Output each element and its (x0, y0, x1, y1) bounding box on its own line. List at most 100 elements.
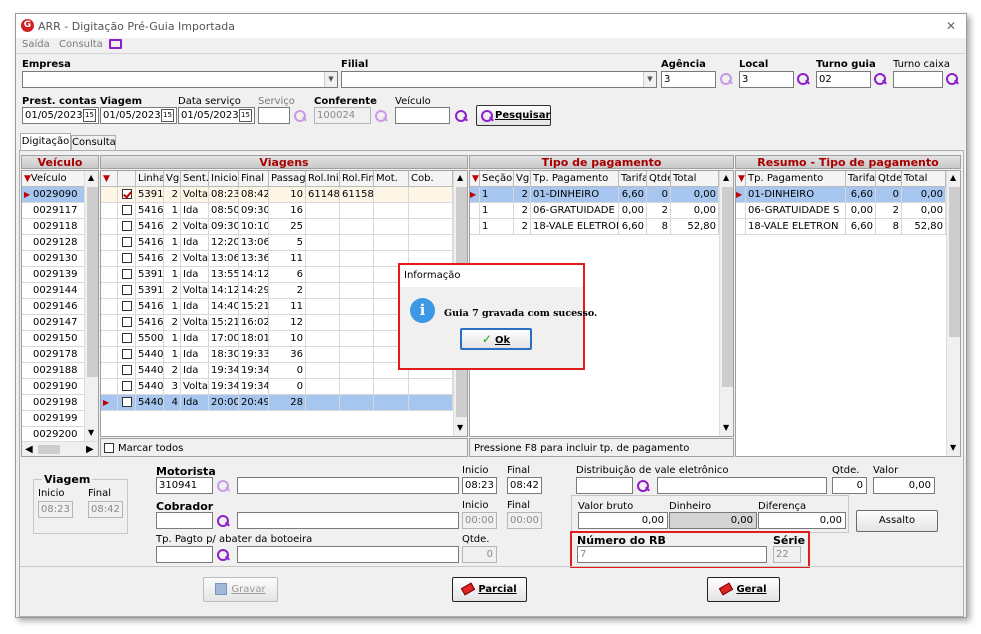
checkbox-cell[interactable] (118, 379, 136, 395)
table-row[interactable]: 0029146 (22, 299, 85, 315)
table-row[interactable]: ▶ 1 2 01-DINHEIRO 6,60 0 0,00 (470, 187, 719, 203)
distribuicao-input[interactable] (576, 477, 633, 494)
tab-digitacao[interactable]: Digitação (20, 133, 71, 150)
search-icon[interactable] (719, 72, 733, 86)
checkbox-cell[interactable] (118, 299, 136, 315)
calendar-icon[interactable]: 15 (161, 109, 174, 122)
checkbox-cell[interactable] (118, 219, 136, 235)
checkbox-icon[interactable] (121, 381, 132, 391)
table-row[interactable]: ▶ 5440 4 Ida 20:00 20:49 28 (101, 395, 453, 411)
table-row[interactable]: 0029199 (22, 411, 85, 427)
search-icon[interactable] (216, 548, 230, 562)
checkbox-cell[interactable] (118, 315, 136, 331)
mot-final-input[interactable]: 08:42 (507, 477, 542, 494)
diferenca-input[interactable]: 0,00 (758, 512, 846, 529)
viagem-inicio-input[interactable]: 08:23 (38, 501, 73, 518)
checkbox-icon[interactable] (121, 301, 132, 311)
table-row[interactable]: 06-GRATUIDADE S 0,00 2 0,00 (736, 203, 946, 219)
chevron-down-icon[interactable]: ▼ (324, 72, 337, 87)
search-icon[interactable] (374, 109, 388, 123)
column-header[interactable]: Mot. (374, 171, 409, 187)
checkbox-cell[interactable] (118, 267, 136, 283)
checkbox-cell[interactable] (118, 203, 136, 219)
table-row[interactable]: 0029117 (22, 203, 85, 219)
cob-final-input[interactable]: 00:00 (507, 512, 542, 529)
table-row[interactable]: 0029128 (22, 235, 85, 251)
veiculo-header[interactable]: ▼Veículo (22, 171, 85, 187)
veiculo-hscrollbar[interactable]: ◀ ▶ (22, 441, 98, 456)
table-row[interactable]: ▶ 01-DINHEIRO 6,60 0 0,00 (736, 187, 946, 203)
parcial-button[interactable]: Parcial (452, 577, 527, 602)
column-header[interactable]: Qtde. (647, 171, 671, 187)
table-row[interactable]: 0029118 (22, 219, 85, 235)
checkbox-icon[interactable] (121, 221, 132, 231)
gravar-button[interactable]: Gravar (203, 577, 278, 602)
search-icon[interactable] (454, 109, 468, 123)
dist-valor-input[interactable]: 0,00 (873, 477, 935, 494)
column-header[interactable]: Tp. Pagamento (531, 171, 619, 187)
veiculo-scrollbar[interactable]: ▲ ▼ (84, 171, 98, 441)
column-header[interactable]: Rol.Ini (306, 171, 340, 187)
column-header[interactable]: Cob. (409, 171, 453, 187)
checkbox-cell[interactable] (118, 395, 136, 411)
column-header[interactable]: Sent. (181, 171, 209, 187)
table-row[interactable]: 0029130 (22, 251, 85, 267)
checkbox-icon[interactable] (121, 269, 132, 279)
table-row[interactable]: 0029144 (22, 283, 85, 299)
close-icon[interactable]: ✕ (946, 19, 956, 33)
checkbox-icon[interactable] (121, 285, 132, 295)
table-row[interactable]: 5416 1 Ida 08:50 09:30 16 (101, 203, 453, 219)
tab-consulta[interactable]: Consulta (71, 135, 116, 150)
ok-button[interactable]: ✓ Ok (460, 328, 532, 350)
checkbox-icon[interactable] (121, 333, 132, 343)
checkbox-cell[interactable] (118, 187, 136, 203)
checkbox-cell[interactable] (118, 283, 136, 299)
calendar-icon[interactable]: 15 (83, 109, 96, 122)
serie-input[interactable]: 22 (773, 546, 801, 563)
column-header[interactable]: Final (239, 171, 269, 187)
search-icon[interactable] (216, 514, 230, 528)
table-row[interactable]: 5391 2 Volta 08:23 08:42 10 61148 61158 (101, 187, 453, 203)
menu-saida[interactable]: Saída (22, 39, 50, 50)
table-row[interactable]: ▶ 0029090 (22, 187, 85, 203)
table-row[interactable]: 0029150 (22, 331, 85, 347)
checkbox-icon[interactable] (121, 349, 132, 359)
checkbox-icon[interactable] (121, 397, 132, 407)
calendar-icon[interactable]: 15 (239, 109, 252, 122)
search-icon[interactable] (873, 72, 887, 86)
agencia-input[interactable]: 3 (661, 71, 716, 88)
table-row[interactable]: 0029147 (22, 315, 85, 331)
assalto-button[interactable]: Assalto (856, 510, 938, 532)
table-row[interactable]: 5416 1 Ida 12:20 13:06 5 (101, 235, 453, 251)
numero-rb-input[interactable]: 7 (577, 546, 767, 563)
checkbox-cell[interactable] (118, 347, 136, 363)
checkbox-icon[interactable] (121, 317, 132, 327)
column-header[interactable]: Vg. (164, 171, 181, 187)
search-icon[interactable] (293, 109, 307, 123)
menu-consulta[interactable]: Consulta (59, 39, 103, 50)
column-header[interactable]: Tarifa (619, 171, 647, 187)
column-header[interactable]: Passag. (269, 171, 306, 187)
dist-qtde-input[interactable]: 0 (832, 477, 867, 494)
valor-bruto-input[interactable]: 0,00 (578, 512, 668, 529)
resumo-scrollbar[interactable]: ▲ ▼ (946, 171, 960, 456)
checkbox-icon[interactable] (121, 253, 132, 263)
checkbox-icon[interactable] (121, 237, 132, 247)
viagem-final-input[interactable]: 08:42 (88, 501, 123, 518)
conferente-input[interactable]: 100024 (314, 107, 371, 124)
column-header[interactable]: Total (902, 171, 946, 187)
table-row[interactable]: 1 2 06-GRATUIDADE S 0,00 2 0,00 (470, 203, 719, 219)
column-header[interactable]: Tarifa (846, 171, 876, 187)
checkbox-cell[interactable] (118, 251, 136, 267)
monitor-icon[interactable] (109, 39, 122, 49)
checkbox-icon[interactable] (121, 365, 132, 375)
servico-input[interactable] (258, 107, 290, 124)
veiculo-filter-input[interactable] (395, 107, 450, 124)
search-icon[interactable] (945, 72, 959, 86)
table-row[interactable]: 0029198 (22, 395, 85, 411)
local-input[interactable]: 3 (739, 71, 794, 88)
turno-caixa-input[interactable] (893, 71, 943, 88)
column-header[interactable]: Qtde. (876, 171, 902, 187)
table-row[interactable]: 0029139 (22, 267, 85, 283)
tp-qtde-input[interactable]: 0 (462, 546, 497, 563)
